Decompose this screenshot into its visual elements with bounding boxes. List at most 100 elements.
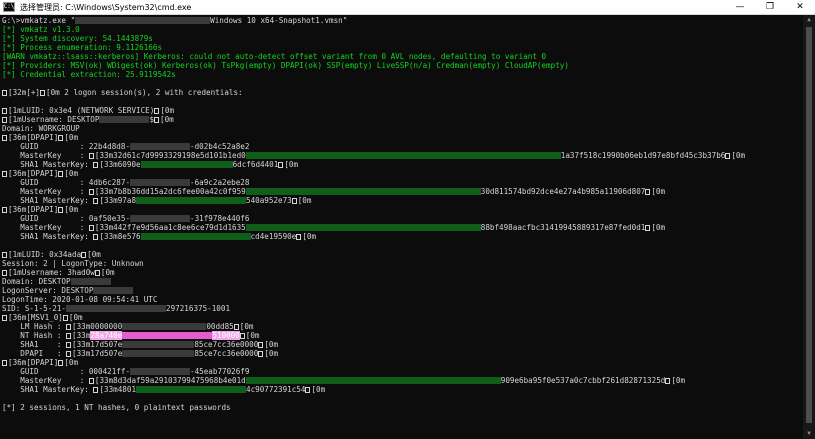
console-text: [36m[DPAPI]: [8, 169, 59, 178]
console-text: LM Hash :: [2, 322, 67, 331]
escape-char-glyph: [233, 324, 239, 330]
console-text: [33m8d3daf59a29103799475968b4e01d: [94, 376, 246, 385]
console-text: Windows 10 x64-Snapshot1.vmsn": [210, 16, 348, 25]
escape-char-glyph: [93, 198, 99, 204]
console-text: LogonServer: DESKTOP: [2, 286, 94, 295]
console-text: [33m97a8: [99, 196, 137, 205]
escape-char-glyph: [2, 171, 7, 177]
console-line: [*] 2 sessions, 1 NT hashes, 0 plaintext…: [2, 403, 802, 412]
console-line: LogonTime: 2020-01-08 09:54:41 UTC: [2, 295, 802, 304]
console-text: 00dd85: [206, 322, 234, 331]
escape-char-glyph: [258, 351, 264, 357]
console-line: GUID : 4db6c287- -6a9c2a2ebe28: [2, 178, 802, 187]
redacted-segment: [130, 143, 191, 150]
console-text: -31f978e440f6: [190, 214, 250, 223]
redacted-segment: [70, 278, 111, 285]
console-text: SHA1 :: [2, 340, 67, 349]
redacted-segment: [130, 179, 191, 186]
console-text: [0m: [245, 331, 260, 340]
console-text: [33m4801: [99, 385, 137, 394]
escape-char-glyph: [93, 162, 99, 168]
console-text: [0m: [64, 133, 79, 142]
escape-char-glyph: [58, 207, 64, 213]
console-text: [33m17d507e: [72, 349, 123, 358]
redacted-segment: [99, 116, 150, 123]
escape-char-glyph: [94, 270, 100, 276]
console-line: [1mUsername: 3had0w [0m: [2, 268, 802, 277]
console-output[interactable]: G:\>vmkatz.exe " Windows 10 x64-Snapshot1…: [2, 16, 802, 439]
console-text: MasterKey :: [2, 376, 89, 385]
escape-char-glyph: [62, 315, 68, 321]
console-text: [0m: [68, 313, 83, 322]
scroll-down-icon[interactable]: ▼: [803, 429, 815, 439]
console-text: [0m: [302, 232, 317, 241]
console-text: [36m[DPAPI]: [8, 133, 59, 142]
console-line: Domain: WORKGROUP: [2, 124, 802, 133]
console-text: SID: S-1-5-21-: [2, 304, 67, 313]
console-text: 4c90772391c54: [246, 385, 306, 394]
console-text: 88bf498aacfbc31419945889317e87fed0d1: [480, 223, 646, 232]
scrollbar-thumb[interactable]: [806, 27, 812, 423]
console-line: SID: S-1-5-21- 297216375-1001: [2, 304, 802, 313]
escape-char-glyph: [88, 153, 94, 159]
console-line: [*] Providers: MSV(ok) WDigest(ok) Kerbe…: [2, 61, 802, 70]
maximize-icon[interactable]: ❐: [755, 0, 785, 14]
console-line: DPAPI : [33m17d507e 85ce7cc36e0000 [0m: [2, 349, 802, 358]
escape-char-glyph: [239, 333, 245, 339]
minimize-icon[interactable]: —: [725, 0, 755, 14]
console-line: SHA1 MasterKey: [33m8e576 cd4e19590e [0m: [2, 232, 802, 241]
escape-char-glyph: [665, 378, 671, 384]
console-line: SHA1 MasterKey: [33m6090e 6dcf6d4401 [0m: [2, 160, 802, 169]
escape-char-glyph: [278, 162, 284, 168]
console-line: LM Hash : [33m0000000 00dd85 [0m: [2, 322, 802, 331]
redacted-segment: [66, 305, 167, 312]
console-text: [0m: [160, 106, 175, 115]
console-line: [36m[DPAPI] [0m: [2, 205, 802, 214]
escape-char-glyph: [296, 234, 302, 240]
escape-char-glyph: [93, 387, 99, 393]
console-line: Session: 2 | LogonType: Unknown: [2, 259, 802, 268]
escape-char-glyph: [58, 135, 64, 141]
console-line: G:\>vmkatz.exe " Windows 10 x64-Snapshot1…: [2, 16, 802, 25]
console-text: 6dcf6d4401: [232, 160, 279, 169]
escape-char-glyph: [58, 360, 64, 366]
console-text: [*] 2 sessions, 1 NT hashes, 0 plaintext…: [2, 403, 231, 412]
console-text: [33m6090e: [99, 160, 141, 169]
escape-char-glyph: [66, 324, 72, 330]
console-text: [0m: [239, 322, 254, 331]
console-text: G:\>vmkatz.exe ": [2, 16, 76, 25]
redacted-segment: [245, 152, 561, 159]
console-text: [33m8e576: [99, 232, 141, 241]
escape-char-glyph: [154, 117, 160, 123]
console-text: [0m: [651, 223, 666, 232]
console-text: [36m[MSV1_0]: [8, 313, 63, 322]
escape-char-glyph: [2, 135, 7, 141]
escape-char-glyph: [645, 189, 651, 195]
console-text: GUID : 0af50e35-: [2, 214, 131, 223]
vertical-scrollbar[interactable]: ▲ ▼: [803, 15, 815, 439]
console-text: 1a37f518c1990b06eb1d97e8bfd45c3b37b6: [560, 151, 726, 160]
console-text: [0m: [160, 115, 174, 124]
escape-char-glyph: [81, 252, 87, 258]
console-text: [*] Process enumeration: 9.1126166s: [2, 43, 163, 52]
title-bar[interactable]: C:\ 选择管理员: C:\Windows\System32\cmd.exe —…: [0, 0, 815, 15]
close-icon[interactable]: ✕: [785, 0, 815, 14]
console-line: [1mUsername: DESKTOP $ [0m: [2, 115, 802, 124]
redacted-segment: [245, 188, 481, 195]
console-text: [*] vmkatz v1.3.0: [2, 25, 80, 34]
escape-char-glyph: [258, 342, 264, 348]
scroll-up-icon[interactable]: ▲: [803, 15, 815, 25]
console-text: [0m: [264, 340, 279, 349]
console-text: GUID : 4db6c287-: [2, 178, 131, 187]
escape-char-glyph: [58, 171, 64, 177]
redacted-segment: [122, 323, 207, 330]
console-text: SHA1 MasterKey:: [2, 196, 94, 205]
window-controls: — ❐ ✕: [725, 0, 815, 14]
console-text: [1mUsername: DESKTOP: [8, 115, 100, 124]
console-text: Domain: DESKTOP: [2, 277, 71, 286]
escape-char-glyph: [2, 360, 7, 366]
redacted-segment: [245, 224, 481, 231]
